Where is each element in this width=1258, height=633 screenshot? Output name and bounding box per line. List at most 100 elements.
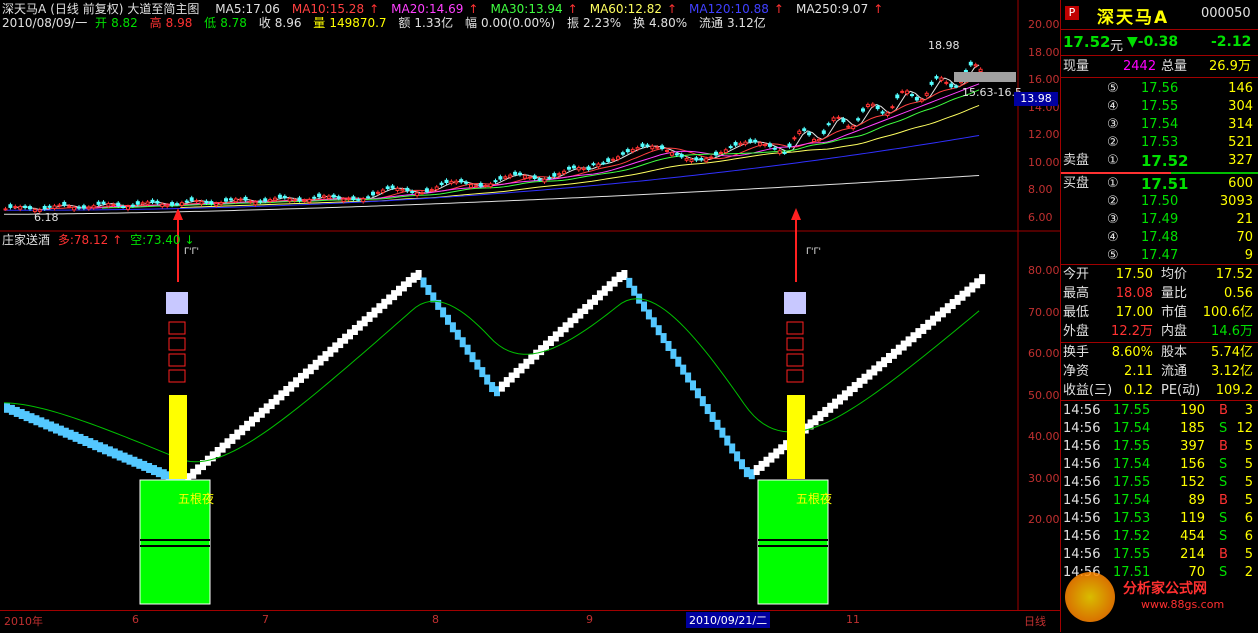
candle-body — [3, 208, 8, 211]
ma250-line — [3, 174, 980, 215]
order-row[interactable]: ⑤ 17.47 9 — [1061, 247, 1257, 265]
candle-body — [101, 201, 106, 205]
ma-legend-item: MA20:14.69 — [391, 2, 464, 16]
high-value: 8.98 — [165, 16, 193, 30]
time-label-4: 9 — [586, 613, 593, 626]
candle-body — [488, 183, 493, 188]
badge-icon[interactable]: P — [1065, 6, 1079, 20]
candle-body — [547, 177, 552, 180]
order-row[interactable]: ④ 17.48 70 — [1061, 229, 1257, 247]
time-axis-bar: 2010年 6 7 8 9 11 2010/09/21/二 日线 — [0, 610, 1060, 633]
candle-body — [562, 170, 567, 174]
candle-body — [826, 123, 831, 126]
candle-body — [513, 171, 518, 175]
order-row[interactable]: ③ 17.54 314 — [1061, 116, 1257, 134]
order-row[interactable]: 卖盘 ① 17.52 327 — [1061, 152, 1257, 170]
candle-body — [557, 173, 562, 176]
candle-body — [302, 200, 307, 203]
stat-value: 17.50 — [1115, 267, 1153, 282]
candle-body — [473, 185, 478, 188]
tick-price: 17.54 — [1113, 421, 1151, 436]
candle-body — [52, 205, 57, 209]
candle-body — [165, 204, 170, 207]
candle-body — [155, 200, 160, 204]
candle-body — [361, 198, 366, 203]
tick-side: S — [1219, 475, 1228, 490]
candle-body — [459, 179, 464, 183]
tick-time: 14:56 — [1063, 529, 1101, 544]
candle-body — [640, 143, 645, 147]
candle-body — [767, 143, 772, 147]
order-volume: 70 — [1236, 230, 1253, 245]
candle-body — [96, 201, 101, 205]
candle-body — [503, 176, 508, 179]
candle-body — [91, 205, 96, 209]
stat-value: 2.11 — [1124, 364, 1153, 379]
order-price: 17.55 — [1141, 99, 1179, 114]
tick-count: 12 — [1236, 421, 1253, 436]
close-label: 收 — [258, 16, 271, 30]
signal-top-box — [166, 292, 188, 314]
stat-row: 最低 17.00 市值 100.6亿 — [1061, 304, 1257, 322]
candle-body — [253, 201, 258, 206]
tick-time: 14:56 — [1063, 403, 1101, 418]
ma-legend-item: MA30:13.94 — [490, 2, 563, 16]
tick-volume: 397 — [1180, 439, 1205, 454]
volume-label: 量 — [313, 16, 326, 30]
candle-body — [67, 205, 72, 208]
order-volume: 9 — [1244, 248, 1253, 263]
chart-area[interactable]: 深天马A (日线 前复权) 大道至简主图 MA5:17.06 MA10:15.28 ↑ M… — [0, 0, 1060, 633]
candle-body — [331, 194, 336, 198]
stat-row: 收益(三) 0.12 PE(动) 109.2 — [1061, 382, 1257, 400]
stat-label: PE(动) — [1161, 383, 1201, 398]
stat-value: 8.60% — [1111, 345, 1153, 360]
stat-value: 0.12 — [1124, 383, 1153, 398]
candle-body — [738, 142, 743, 146]
order-row[interactable]: ② 17.50 3093 — [1061, 193, 1257, 211]
candle-body — [880, 111, 885, 114]
candle-body — [777, 150, 782, 154]
candle-body — [861, 108, 865, 112]
candle-body — [170, 202, 175, 206]
candle-body — [552, 173, 557, 177]
tick-time: 14:56 — [1063, 475, 1101, 490]
watermark-logo-icon — [1065, 572, 1115, 622]
stat-row: 换手 8.60% 股本 5.74亿 — [1061, 344, 1257, 362]
signal-hollow-box — [168, 369, 186, 383]
candle-body — [498, 176, 503, 180]
ma120-line — [3, 134, 980, 211]
signal-yellow-bar — [169, 395, 187, 479]
candle-body — [130, 204, 135, 207]
tick-time: 14:56 — [1063, 493, 1101, 508]
candle-body — [160, 203, 165, 208]
order-row[interactable]: 买盘 ① 17.51 600 — [1061, 175, 1257, 193]
candle-body — [905, 90, 910, 95]
order-row[interactable]: ⑤ 17.56 146 — [1061, 80, 1257, 98]
candle-body — [341, 198, 346, 202]
candle-body — [214, 203, 219, 207]
candle-body — [424, 188, 429, 192]
indicator-long: 多:78.12 — [57, 233, 109, 247]
candle-body — [787, 143, 792, 148]
period-tab[interactable]: 日线 — [1024, 613, 1046, 629]
order-row[interactable]: ③ 17.49 21 — [1061, 211, 1257, 229]
kline-chart[interactable] — [0, 0, 1060, 632]
candle-body — [963, 70, 968, 73]
indicator-name: 庄家送酒 — [2, 233, 51, 247]
tick-volume: 119 — [1180, 511, 1205, 526]
signal-top-box — [784, 292, 806, 314]
time-label-6: 11 — [846, 613, 860, 626]
candle-body — [841, 118, 846, 123]
candle-body — [689, 159, 694, 162]
signal-hollow-box — [786, 321, 804, 335]
candle-body — [655, 146, 660, 149]
turnover-value: 4.80% — [649, 16, 688, 30]
float-label: 流通 — [698, 16, 723, 30]
total-vol-label: 总量 — [1161, 59, 1188, 74]
candle-body — [890, 106, 895, 109]
axis-tick-label: 8.00 — [1028, 183, 1053, 196]
order-row[interactable]: ② 17.53 521 — [1061, 134, 1257, 152]
axis-tick-label: 70.00 — [1028, 305, 1060, 319]
candle-body — [179, 202, 184, 206]
order-row[interactable]: ④ 17.55 304 — [1061, 98, 1257, 116]
